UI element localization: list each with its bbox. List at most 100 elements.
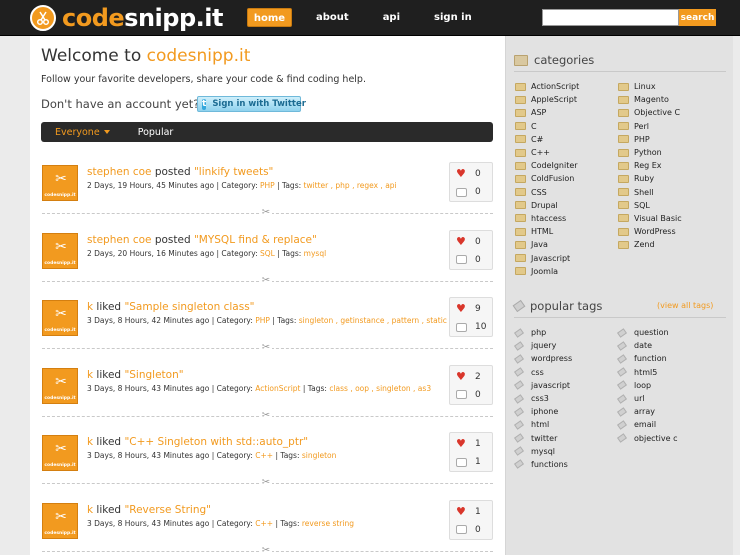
category-item[interactable]: Perl [618, 120, 682, 133]
tag-item[interactable]: question [617, 326, 677, 339]
tag-links[interactable]: class , oop , singleton , as3 [329, 384, 431, 393]
tag-item[interactable]: functions [514, 458, 572, 471]
tag-item[interactable]: objective c [617, 432, 677, 445]
comment-counter[interactable]: 0 [454, 387, 492, 403]
category-link[interactable]: ActionScript [255, 384, 300, 393]
category-item[interactable]: CSS [515, 186, 579, 199]
tag-item[interactable]: javascript [514, 379, 572, 392]
comment-counter[interactable]: 0 [454, 252, 492, 268]
category-item[interactable]: Javascript [515, 251, 579, 264]
tag-links[interactable]: mysql [304, 249, 327, 258]
user-link[interactable]: stephen coe [87, 166, 151, 178]
category-item[interactable]: Visual Basic [618, 212, 682, 225]
category-link[interactable]: PHP [255, 316, 270, 325]
search-input[interactable] [542, 9, 679, 26]
category-item[interactable]: Ruby [618, 172, 682, 185]
tag-item[interactable]: wordpress [514, 352, 572, 365]
comment-counter[interactable]: 0 [454, 522, 492, 538]
tag-links[interactable]: twitter , php , regex , api [304, 181, 397, 190]
category-item[interactable]: C [515, 120, 579, 133]
like-counter[interactable]: ♥ 1 [454, 504, 492, 520]
tag-item[interactable]: array [617, 405, 677, 418]
snippet-link[interactable]: "linkify tweets" [194, 166, 273, 178]
category-item[interactable]: Joomla [515, 265, 579, 278]
tag-item[interactable]: html [514, 418, 572, 431]
like-counter[interactable]: ♥ 0 [454, 234, 492, 250]
avatar[interactable]: ✂ codesnipp.it [42, 165, 78, 201]
tag-item[interactable]: jquery [514, 339, 572, 352]
nav-api[interactable]: api [383, 8, 400, 27]
category-item[interactable]: Linux [618, 80, 682, 93]
snippet-link[interactable]: "Singleton" [124, 369, 183, 381]
comment-counter[interactable]: 10 [454, 319, 492, 335]
tag-item[interactable]: html5 [617, 366, 677, 379]
category-item[interactable]: C++ [515, 146, 579, 159]
tag-item[interactable]: iphone [514, 405, 572, 418]
tag-item[interactable]: date [617, 339, 677, 352]
snippet-link[interactable]: "C++ Singleton with std::auto_ptr" [124, 436, 308, 448]
category-item[interactable]: CodeIgniter [515, 159, 579, 172]
category-item[interactable]: ASP [515, 106, 579, 119]
category-link[interactable]: PHP [260, 181, 275, 190]
like-counter[interactable]: ♥ 1 [454, 436, 492, 452]
category-item[interactable]: Java [515, 238, 579, 251]
category-item[interactable]: HTML [515, 225, 579, 238]
category-item[interactable]: AppleScript [515, 93, 579, 106]
category-item[interactable]: htaccess [515, 212, 579, 225]
like-counter[interactable]: ♥ 0 [454, 166, 492, 182]
category-link[interactable]: C++ [255, 519, 273, 528]
tag-links[interactable]: singleton [302, 451, 337, 460]
avatar[interactable]: ✂ codesnipp.it [42, 300, 78, 336]
stats-box: ♥ 0 0 [449, 229, 493, 270]
tag-item[interactable]: css3 [514, 392, 572, 405]
tag-item[interactable]: twitter [514, 432, 572, 445]
category-item[interactable]: Python [618, 146, 682, 159]
category-item[interactable]: PHP [618, 133, 682, 146]
twitter-signin-button[interactable]: t Sign in with Twitter [197, 96, 306, 112]
like-counter[interactable]: ♥ 9 [454, 301, 492, 317]
nav-home[interactable]: home [247, 8, 292, 27]
tag-item[interactable]: email [617, 418, 677, 431]
filter-everyone[interactable]: Everyone [55, 127, 110, 138]
snippet-link[interactable]: "Reverse String" [124, 504, 211, 516]
tag-links[interactable]: reverse string [302, 519, 354, 528]
category-item[interactable]: ColdFusion [515, 172, 579, 185]
tag-links[interactable]: singleton , getinstance , pattern , stat… [299, 316, 447, 325]
avatar[interactable]: ✂ codesnipp.it [42, 232, 78, 269]
category-item[interactable]: SQL [618, 199, 682, 212]
user-link[interactable]: stephen coe [87, 234, 151, 246]
snippet-link[interactable]: "Sample singleton class" [124, 301, 254, 313]
category-link[interactable]: C++ [255, 451, 273, 460]
snippet-link[interactable]: "MYSQL find & replace" [194, 234, 317, 246]
avatar[interactable]: ✂ codesnipp.it [42, 502, 78, 539]
tag-item[interactable]: loop [617, 379, 677, 392]
category-item[interactable]: WordPress [618, 225, 682, 238]
logo[interactable]: codesnipp.it [30, 4, 223, 32]
category-link[interactable]: SQL [260, 249, 275, 258]
nav-about[interactable]: about [316, 8, 349, 27]
tag-item[interactable]: url [617, 392, 677, 405]
category-item[interactable]: Magento [618, 93, 682, 106]
comment-counter[interactable]: 1 [454, 454, 492, 470]
tag-item[interactable]: mysql [514, 445, 572, 458]
category-item[interactable]: C# [515, 133, 579, 146]
view-all-tags-link[interactable]: (view all tags) [657, 301, 713, 310]
avatar[interactable]: ✂ codesnipp.it [42, 367, 78, 404]
avatar[interactable]: ✂ codesnipp.it [42, 435, 78, 471]
like-counter[interactable]: ♥ 2 [454, 369, 492, 385]
category-item[interactable]: Drupal [515, 199, 579, 212]
category-item[interactable]: Zend [618, 238, 682, 251]
category-item[interactable]: Shell [618, 186, 682, 199]
category-item[interactable]: Reg Ex [618, 159, 682, 172]
filter-popular[interactable]: Popular [138, 127, 174, 138]
tag-item[interactable]: function [617, 352, 677, 365]
tag-item[interactable]: css [514, 366, 572, 379]
category-item[interactable]: ActionScript [515, 80, 579, 93]
tag-item-label: url [634, 394, 645, 404]
nav-sign-in[interactable]: sign in [434, 8, 472, 27]
category-item[interactable]: Objective C [618, 106, 682, 119]
tag-item[interactable]: php [514, 326, 572, 339]
tag-item-label: mysql [531, 446, 555, 456]
comment-counter[interactable]: 0 [454, 184, 492, 200]
search-button[interactable]: search [679, 9, 716, 26]
